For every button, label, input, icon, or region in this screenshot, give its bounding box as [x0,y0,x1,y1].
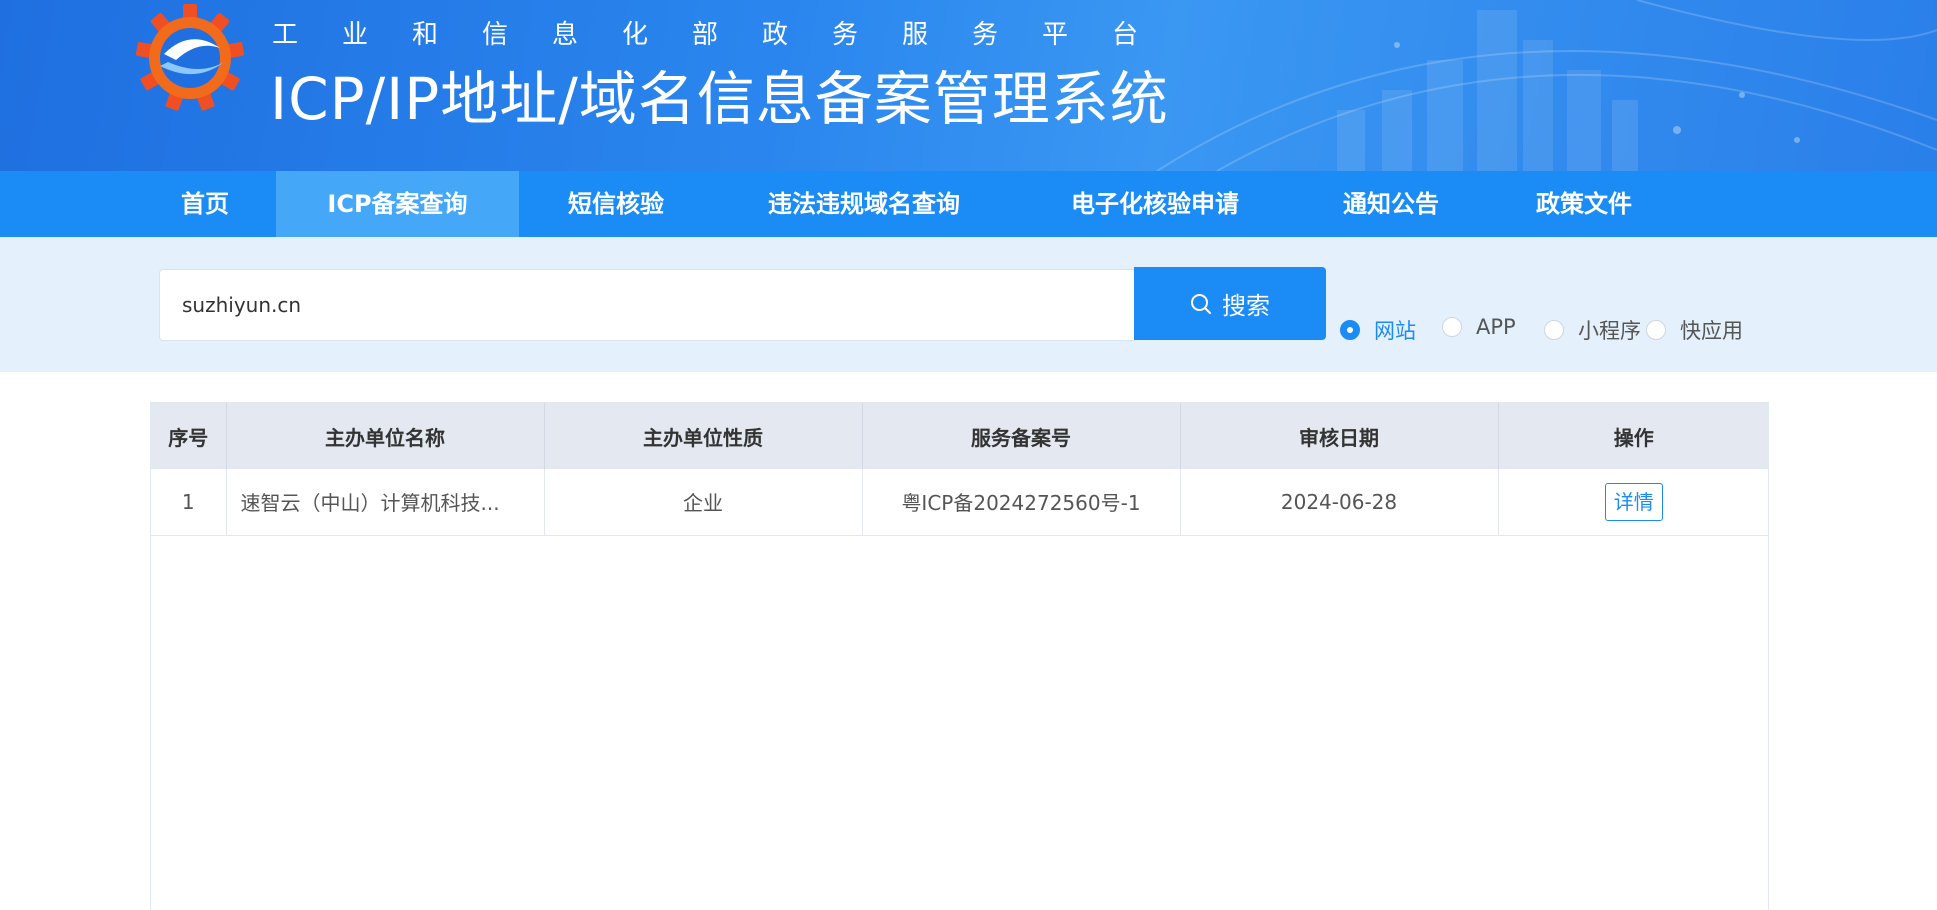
cell-index: 1 [151,469,227,536]
nav-item-home[interactable]: 首页 [150,171,260,237]
search-band: 搜索 网站 APP 小程序 快应用 [0,237,1937,372]
nav-item-electronic-verify[interactable]: 电子化核验申请 [1040,171,1270,237]
cell-date: 2024-06-28 [1180,469,1499,536]
cell-org-name: 速智云（中山）计算机科技... [226,469,545,536]
nav-item-notices[interactable]: 通知公告 [1318,171,1464,237]
radio-mini-program[interactable]: 小程序 [1544,315,1641,345]
table-header-row: 序号 主办单位名称 主办单位性质 服务备案号 审核日期 操作 [151,403,1769,469]
nav-item-illegal-domain-query[interactable]: 违法违规域名查询 [730,171,998,237]
radio-label: 快应用 [1680,319,1743,343]
cell-record-no: 粤ICP备2024272560号-1 [862,469,1181,536]
header-subtitle: 工业和信息化部政务服务平台 [272,20,1183,50]
col-header-org-type: 主办单位性质 [544,403,863,469]
nav-item-icp-query[interactable]: ICP备案查询 [276,171,519,237]
search-input[interactable] [159,269,1135,341]
radio-unchecked-icon [1646,320,1666,340]
search-icon [1191,293,1211,314]
col-header-date: 审核日期 [1180,403,1499,469]
search-button[interactable]: 搜索 [1134,267,1326,340]
col-header-index: 序号 [151,403,227,469]
radio-unchecked-icon [1544,320,1564,340]
cell-org-type: 企业 [544,469,863,536]
site-header: 工业和信息化部政务服务平台 ICP/IP地址/域名信息备案管理系统 [0,0,1937,171]
page-title: ICP/IP地址/域名信息备案管理系统 [270,65,1169,133]
detail-button[interactable]: 详情 [1604,482,1663,521]
radio-checked-icon [1340,320,1360,340]
results-table: 序号 主办单位名称 主办单位性质 服务备案号 审核日期 操作 1 速智云（中山）… [151,403,1769,536]
table-row: 1 速智云（中山）计算机科技... 企业 粤ICP备2024272560号-1 … [151,469,1769,536]
cell-action: 详情 [1498,469,1769,536]
gear-logo-icon [135,4,245,111]
radio-label: 小程序 [1578,319,1641,343]
results-table-container: 序号 主办单位名称 主办单位性质 服务备案号 审核日期 操作 1 速智云（中山）… [150,402,1769,910]
col-header-org-name: 主办单位名称 [226,403,545,469]
radio-website[interactable]: 网站 [1340,315,1416,345]
search-button-label: 搜索 [1222,292,1270,320]
radio-app[interactable]: APP [1442,315,1516,339]
col-header-record-no: 服务备案号 [862,403,1181,469]
main-nav: 首页 ICP备案查询 短信核验 违法违规域名查询 电子化核验申请 通知公告 政策… [0,171,1937,237]
radio-label: APP [1476,315,1516,339]
nav-item-sms-verify[interactable]: 短信核验 [530,171,702,237]
radio-quick-app[interactable]: 快应用 [1646,315,1743,345]
col-header-action: 操作 [1498,403,1769,469]
nav-item-policy-docs[interactable]: 政策文件 [1510,171,1658,237]
radio-unchecked-icon [1442,317,1462,337]
radio-label: 网站 [1374,319,1416,343]
